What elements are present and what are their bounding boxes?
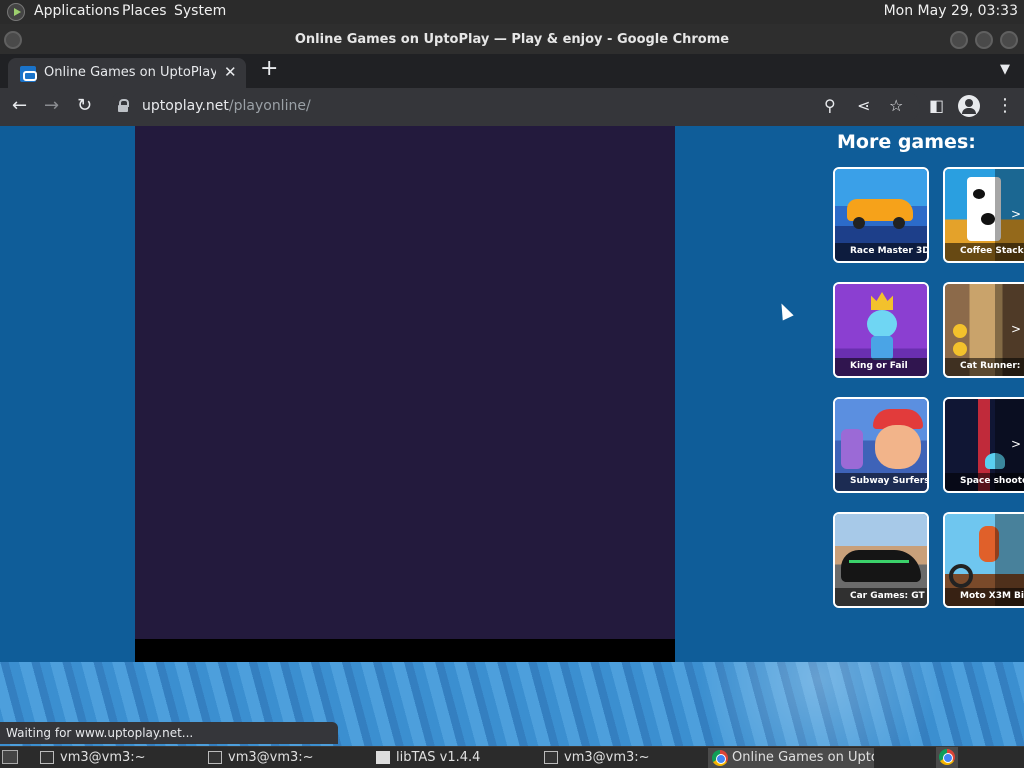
tab-online-games[interactable]: Online Games on UptoPlay — Play & enjoy … (8, 58, 246, 88)
tab-search-chevron-icon[interactable]: ▼ (1000, 62, 1010, 77)
applications-menu[interactable]: Applications (34, 3, 120, 19)
coin-graphic (953, 324, 967, 338)
clock[interactable]: Mon May 29, 03:33 (884, 3, 1018, 19)
chrome-icon (712, 750, 728, 766)
game-card-label: Moto X3M Bike Race (945, 588, 1024, 606)
bike-wheel-graphic (949, 564, 973, 588)
side-panel-icon[interactable]: ◧ (929, 96, 944, 116)
face-graphic (875, 425, 921, 469)
taskbar: vm3@vm3:~ vm3@vm3:~ libTAS v1.4.4 vm3@vm… (0, 746, 1024, 768)
wheel-graphic (893, 217, 905, 229)
show-desktop-icon[interactable] (2, 750, 18, 764)
kebab-menu-icon[interactable]: ⋮ (996, 96, 1014, 116)
tray-chrome-launcher[interactable] (936, 747, 958, 768)
terminal-icon (40, 751, 54, 764)
game-card-label: Car Games: GT Spider (835, 588, 927, 606)
game-card-label: Cat Runner: Decorate Home (945, 358, 1024, 376)
window-icon (376, 751, 390, 764)
game-card-car-games-gt-spider[interactable]: Car Games: GT Spider (833, 512, 929, 608)
back-arrow-icon[interactable]: ← (12, 96, 27, 116)
window-titlebar[interactable]: Online Games on UptoPlay — Play & enjoy … (0, 24, 1024, 54)
terminal-icon (544, 751, 558, 764)
share-icon[interactable]: ⋖ (857, 96, 870, 116)
taskbar-item-chrome[interactable]: Online Games on UptoPlay — Play & enjoy … (708, 748, 874, 768)
uptoplay-favicon-icon (20, 66, 37, 82)
close-window-button[interactable] (1000, 31, 1018, 49)
minimize-button[interactable] (950, 31, 968, 49)
wheel-graphic (853, 217, 865, 229)
url-text[interactable]: uptoplay.net/playonline/ (142, 98, 311, 114)
chrome-icon (939, 749, 955, 765)
game-canvas[interactable] (135, 126, 675, 639)
game-card-cat-runner[interactable]: > Cat Runner: Decorate Home (943, 282, 1024, 378)
carousel-next-icon[interactable]: > (1011, 207, 1021, 221)
tab-title: Online Games on UptoPlay — Play & enjoy (44, 65, 216, 80)
address-bar[interactable]: uptoplay.net/playonline/ (110, 91, 920, 122)
profile-avatar-icon[interactable] (958, 95, 980, 117)
web-page: More games: Race Master 3D - Car Racing … (0, 126, 1024, 746)
places-menu[interactable]: Places (122, 3, 167, 19)
game-card-moto-x3m[interactable]: Moto X3M Bike Race (943, 512, 1024, 608)
top-panel: Applications Places System Mon May 29, 0… (0, 0, 1024, 24)
game-card-race-master[interactable]: Race Master 3D - Car Racing (833, 167, 929, 263)
reload-icon[interactable]: ↻ (77, 96, 92, 116)
game-card-king-or-fail[interactable]: King or Fail (833, 282, 929, 378)
more-games-heading: More games: (837, 131, 976, 153)
carousel-next-icon[interactable]: > (1011, 322, 1021, 336)
coin-graphic (953, 342, 967, 356)
cup-spot-graphic (981, 213, 995, 225)
new-tab-button[interactable]: + (260, 58, 278, 80)
window-title: Online Games on UptoPlay — Play & enjoy … (294, 32, 730, 47)
sports-car-graphic (841, 550, 921, 582)
game-card-label: Race Master 3D - Car Racing (835, 243, 927, 261)
game-card-label: Subway Surfers (835, 473, 927, 491)
game-card-label: Coffee Stack (945, 243, 1024, 261)
browser-toolbar: ← → ↻ uptoplay.net/playonline/ ⚲ ⋖ ☆ ◧ ⋮ (0, 88, 1024, 126)
carousel-next-icon[interactable]: > (1011, 437, 1021, 451)
taskbar-item-libtas[interactable]: libTAS v1.4.4 (372, 748, 532, 768)
game-card-space-shooter[interactable]: > Space shooter - Galaxy (943, 397, 1024, 493)
car-light-graphic (849, 560, 909, 563)
game-card-label: Space shooter - Galaxy (945, 473, 1024, 491)
terminal-icon (208, 751, 222, 764)
character-head-graphic (867, 310, 897, 338)
character-body-graphic (871, 336, 893, 360)
forward-arrow-icon[interactable]: → (44, 96, 59, 116)
distro-logo-icon[interactable] (7, 3, 25, 21)
cup-spot-graphic (973, 189, 985, 199)
game-card-coffee-stack[interactable]: > Coffee Stack (943, 167, 1024, 263)
lock-icon[interactable] (118, 99, 129, 112)
taskbar-item-terminal-1[interactable]: vm3@vm3:~ (36, 748, 196, 768)
game-frame-bar (135, 639, 675, 662)
taskbar-item-terminal-2[interactable]: vm3@vm3:~ (204, 748, 364, 768)
spray-can-graphic (841, 429, 863, 469)
taskbar-item-terminal-3[interactable]: vm3@vm3:~ (540, 748, 700, 768)
zoom-icon[interactable]: ⚲ (824, 96, 836, 116)
game-card-label: King or Fail (835, 358, 927, 376)
game-card-subway-surfers[interactable]: Subway Surfers (833, 397, 929, 493)
status-bubble: Waiting for www.uptoplay.net... (0, 722, 338, 744)
system-menu[interactable]: System (174, 3, 226, 19)
tab-close-icon[interactable]: ✕ (224, 63, 237, 81)
tab-strip: Online Games on UptoPlay — Play & enjoy … (0, 54, 1024, 88)
bookmark-star-icon[interactable]: ☆ (889, 96, 903, 116)
maximize-button[interactable] (975, 31, 993, 49)
